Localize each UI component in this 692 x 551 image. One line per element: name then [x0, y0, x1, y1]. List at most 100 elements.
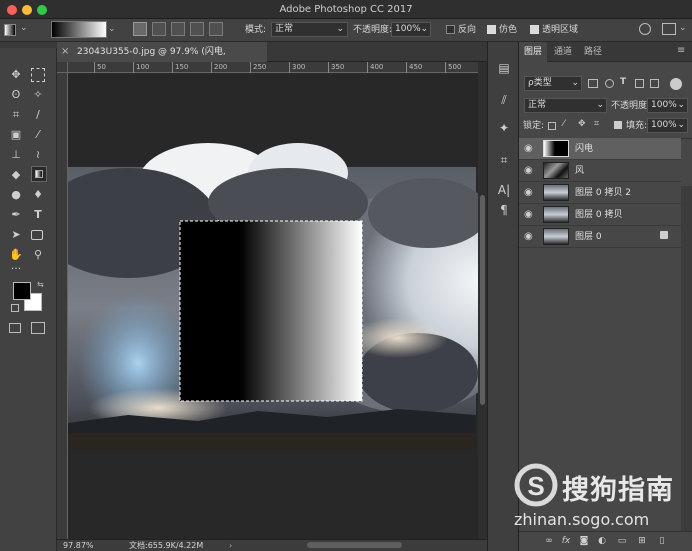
gradient-tool-active[interactable] [31, 166, 47, 182]
angle-gradient-button[interactable] [171, 22, 185, 36]
svg-text:S: S [527, 471, 544, 501]
rectangle-tool-icon[interactable] [31, 230, 43, 240]
history-brush-tool-icon[interactable]: ≀ [31, 148, 45, 162]
tab-paths[interactable]: 路径 [579, 42, 607, 62]
lock-icon [660, 231, 668, 239]
transparency-checkbox[interactable] [530, 25, 539, 34]
marquee-tool-icon[interactable] [31, 68, 45, 82]
horizontal-scrollbar-thumb[interactable] [307, 542, 402, 548]
screen-mode-icon[interactable] [31, 322, 45, 334]
character-icon[interactable]: A| [496, 182, 512, 198]
eye-icon[interactable]: ◉ [524, 209, 536, 221]
gradient-picker[interactable] [51, 21, 107, 38]
opacity-input[interactable]: 100% ⌄ [391, 22, 431, 37]
ruler-origin[interactable] [57, 62, 68, 73]
info-panel-icon[interactable]: ▤ [496, 60, 512, 76]
ruler-tick: 350 [328, 62, 344, 73]
healing-brush-tool-icon[interactable]: ▣ [9, 128, 23, 142]
brush-tool-icon[interactable]: ⁄ [31, 128, 45, 142]
lock-image-icon[interactable]: ⁄ [563, 119, 565, 129]
workspace-icon[interactable] [662, 23, 676, 35]
eye-icon[interactable]: ◉ [524, 231, 536, 243]
histogram-icon[interactable]: ⫽ [496, 92, 512, 108]
vertical-scrollbar-thumb[interactable] [480, 195, 485, 405]
tab-layers[interactable]: 图层 [519, 42, 547, 62]
type-tool-icon[interactable]: T [31, 208, 45, 222]
more-tools-icon[interactable]: ··· [9, 262, 23, 276]
blur-tool-icon[interactable]: ● [9, 188, 23, 202]
window-title: Adobe Photoshop CC 2017 [279, 4, 413, 15]
lock-transparent-icon[interactable] [548, 122, 556, 130]
swap-colors-icon[interactable]: ⇆ [37, 280, 44, 289]
panel-menu-icon[interactable]: ≡ [677, 45, 685, 56]
default-colors-icon[interactable] [11, 304, 19, 312]
crop-icon[interactable]: ⌗ [496, 152, 512, 168]
search-icon[interactable] [639, 23, 651, 35]
path-selection-tool-icon[interactable]: ➤ [9, 228, 23, 242]
document-info: 文档:655.9K/4.22M [129, 541, 204, 550]
blend-mode-select[interactable]: 正常 ⌄ [524, 98, 607, 113]
clone-stamp-tool-icon[interactable]: ⊥ [9, 148, 23, 162]
tool-preset-picker[interactable]: ⌄ [4, 22, 38, 38]
pen-tool-icon[interactable]: ✒ [9, 208, 23, 222]
layer-kind-filter[interactable]: ρ类型 ⌄ [524, 76, 582, 91]
eye-icon[interactable]: ◉ [524, 143, 536, 155]
zoom-tool-icon[interactable]: ⚲ [31, 248, 45, 262]
close-icon[interactable]: × [61, 42, 69, 62]
layer-row[interactable]: ◉ 图层 0 [519, 226, 681, 248]
filter-type-icon[interactable]: T [620, 77, 626, 87]
document-tab[interactable]: × 23043U355-0.jpg @ 97.9% (闪电, RGB/8#) * [57, 42, 267, 77]
radial-gradient-button[interactable] [152, 22, 166, 36]
maximize-window-button[interactable] [37, 5, 47, 15]
filter-pixel-icon[interactable] [588, 79, 598, 88]
magic-wand-tool-icon[interactable]: ✧ [31, 88, 45, 102]
linear-gradient-button[interactable] [133, 22, 147, 36]
mode-select[interactable]: 正常 ⌄ [271, 22, 348, 37]
zoom-level[interactable]: 97.87% [63, 540, 94, 551]
eraser-tool-icon[interactable]: ◆ [9, 168, 23, 182]
foreground-color-swatch[interactable] [13, 282, 31, 300]
chevron-right-icon[interactable]: › [229, 540, 232, 551]
layer-row[interactable]: ◉ 闪电 [519, 138, 681, 160]
eye-icon[interactable]: ◉ [524, 165, 536, 177]
paragraph-icon[interactable]: ¶ [496, 202, 512, 218]
minimize-window-button[interactable] [22, 5, 32, 15]
ruler-tick: 500 [445, 62, 461, 73]
diamond-gradient-button[interactable] [209, 22, 223, 36]
layer-row[interactable]: ◉ 风 [519, 160, 681, 182]
filter-adjustment-icon[interactable] [605, 79, 614, 88]
filter-shape-icon[interactable] [635, 79, 644, 88]
eye-icon[interactable]: ◉ [524, 187, 536, 199]
eyedropper-tool-icon[interactable]: / [31, 108, 45, 122]
reflected-gradient-button[interactable] [190, 22, 204, 36]
layer-row[interactable]: ◉ 图层 0 拷贝 [519, 204, 681, 226]
filter-toggle-icon[interactable] [670, 78, 682, 90]
document-tab-bar: × 23043U355-0.jpg @ 97.9% (闪电, RGB/8#) * [57, 42, 487, 77]
layer-name: 图层 0 [575, 232, 602, 242]
dodge-tool-icon[interactable]: ♦ [31, 188, 45, 202]
chevron-down-icon[interactable]: ⌄ [679, 23, 687, 33]
quick-mask-icon[interactable] [9, 323, 21, 333]
actions-icon[interactable]: ✦ [496, 120, 512, 136]
hand-tool-icon[interactable]: ✋ [9, 248, 23, 262]
chevron-down-icon: ⌄ [677, 120, 685, 130]
layer-row[interactable]: ◉ 图层 0 拷贝 2 [519, 182, 681, 204]
tab-channels[interactable]: 通道 [549, 42, 577, 62]
toolbar-grip[interactable] [0, 42, 57, 48]
reverse-checkbox[interactable] [446, 25, 455, 34]
lock-position-icon[interactable]: ✥ [578, 119, 586, 129]
lasso-tool-icon[interactable]: ʘ [9, 88, 23, 102]
filter-smart-object-icon[interactable] [650, 79, 659, 88]
lock-all-icon[interactable] [614, 121, 622, 129]
layer-opacity-input[interactable]: 100% ⌄ [647, 98, 688, 113]
ruler-tick: 50 [94, 62, 106, 73]
dither-checkbox[interactable] [487, 25, 496, 34]
move-tool-icon[interactable]: ✥ [9, 68, 23, 82]
fill-input[interactable]: 100% ⌄ [647, 118, 688, 133]
gradient-picker-dropdown-icon[interactable]: ⌄ [108, 22, 117, 37]
document-image [68, 143, 478, 449]
canvas-area[interactable] [68, 73, 478, 539]
crop-tool-icon[interactable]: ⌗ [9, 108, 23, 122]
lock-artboard-icon[interactable]: ⌗ [594, 119, 599, 129]
close-window-button[interactable] [7, 5, 17, 15]
